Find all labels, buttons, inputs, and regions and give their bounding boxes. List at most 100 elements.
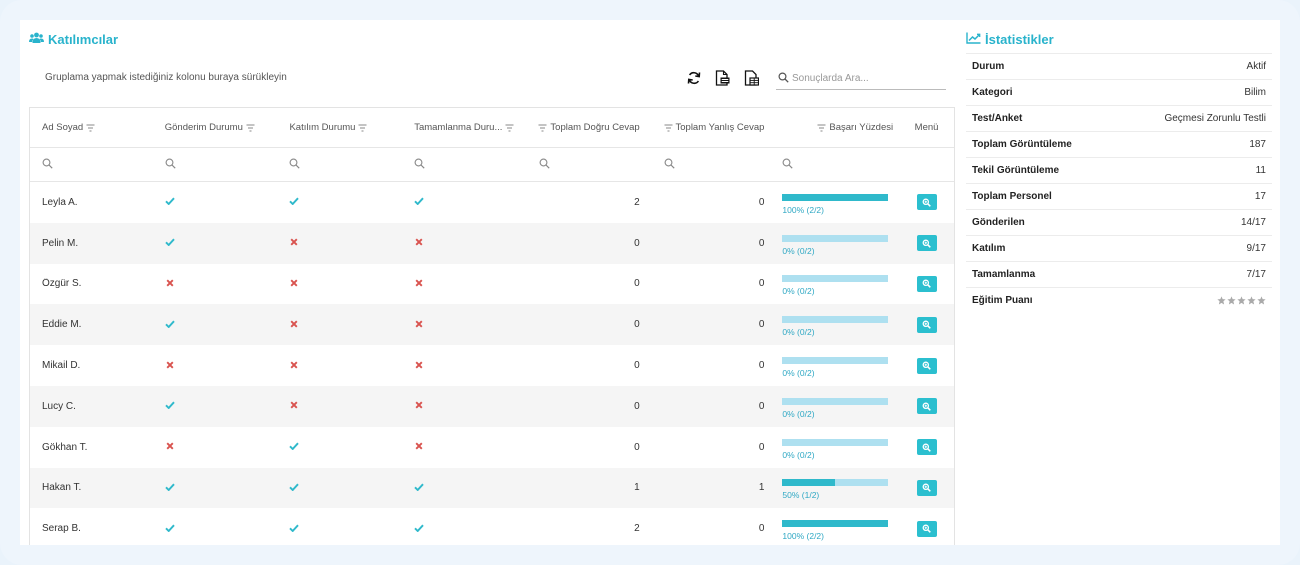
star-icon[interactable]: [1257, 296, 1266, 305]
filter-icon[interactable]: [505, 124, 514, 132]
users-icon: [29, 32, 44, 47]
success-label: 0% (0/2): [782, 286, 815, 297]
sent-status: [153, 360, 278, 372]
star-icon[interactable]: [1227, 296, 1236, 305]
filter-icon[interactable]: [358, 124, 367, 132]
zoom-icon: [922, 279, 931, 289]
column-header-sent[interactable]: Gönderim Durumu: [153, 122, 278, 133]
sent-status: [153, 319, 278, 331]
cross-icon: [289, 278, 299, 288]
success-label: 0% (0/2): [782, 449, 815, 460]
star-icon[interactable]: [1237, 296, 1246, 305]
cross-icon: [289, 237, 299, 247]
view-details-button[interactable]: [916, 235, 937, 252]
zoom-icon: [922, 320, 931, 330]
success-progress-fill: [782, 479, 836, 487]
filter-icon[interactable]: [817, 124, 826, 132]
table-row[interactable]: Gökhan T. 0 0 0% (0/2): [30, 427, 954, 468]
results-search-input[interactable]: [792, 73, 942, 84]
zoom-icon: [922, 239, 931, 248]
search-icon: [165, 158, 176, 172]
filter-cell-name[interactable]: [30, 158, 153, 172]
grid-header: Ad Soyad Gönderim Durumu Katılım Durumu …: [30, 108, 954, 148]
filter-cell-joined[interactable]: [277, 158, 402, 172]
search-icon: [414, 158, 425, 172]
correct-count: 0: [634, 237, 640, 249]
success-progress-bar: [782, 520, 889, 528]
table-row[interactable]: Özgür S. 0 0 0% (0/2): [30, 264, 954, 305]
success-progress-bar: [782, 479, 889, 487]
search-icon: [782, 158, 794, 172]
stat-label: Durum: [972, 61, 1005, 72]
column-header-success[interactable]: Başarı Yüzdesi: [776, 122, 899, 133]
app-frame: Katılımcılar Gruplama yapmak istediğiniz…: [0, 0, 1300, 565]
view-details-button[interactable]: [916, 439, 937, 456]
table-row[interactable]: Lucy C. 0 0 0% (0/2): [30, 385, 954, 427]
filter-cell-completed[interactable]: [402, 158, 527, 172]
view-details-button[interactable]: [916, 398, 937, 415]
wrong-count: 0: [758, 319, 765, 331]
results-search: [776, 68, 946, 90]
success-progress-bar: [782, 275, 889, 283]
column-header-correct[interactable]: Toplam Doğru Cevap: [527, 122, 652, 133]
success-cell: 0% (0/2): [776, 271, 899, 296]
star-icon[interactable]: [1217, 296, 1226, 305]
participant-name: Özgür S.: [42, 278, 82, 290]
refresh-button[interactable]: [685, 71, 702, 88]
excel-export-button[interactable]: [743, 70, 760, 88]
filter-cell-sent[interactable]: [153, 158, 278, 172]
column-header-completed[interactable]: Tamamlanma Duru...: [402, 122, 527, 133]
column-header-menu: Menü: [914, 122, 939, 133]
filter-cell-wrong[interactable]: [652, 158, 777, 172]
view-details-button[interactable]: [916, 275, 937, 292]
success-progress-bar: [782, 357, 889, 365]
zoom-icon: [922, 198, 931, 207]
filter-icon[interactable]: [246, 124, 255, 132]
sent-status: [153, 400, 278, 412]
participant-name: Leyla A.: [42, 196, 78, 208]
table-row[interactable]: Leyla A. 2 0 100% (2/2): [30, 182, 954, 223]
success-label: 0% (0/2): [782, 408, 815, 419]
zoom-icon: [922, 361, 931, 370]
view-details-button[interactable]: [916, 357, 937, 374]
group-drop-zone[interactable]: Gruplama yapmak istediğiniz kolonu buray…: [45, 72, 287, 83]
filter-cell-success[interactable]: [776, 158, 899, 172]
check-icon: [165, 482, 175, 492]
check-icon: [414, 196, 424, 206]
menu-cell: [899, 357, 954, 374]
success-cell: 0% (0/2): [776, 353, 899, 378]
table-row[interactable]: Hakan T. 1 1 50% (1/2): [30, 467, 954, 509]
completed-status: [402, 441, 527, 453]
sent-status: [153, 237, 278, 249]
column-header-name[interactable]: Ad Soyad: [30, 122, 153, 133]
check-icon: [165, 237, 175, 247]
view-details-button[interactable]: [916, 479, 937, 496]
cross-icon: [414, 278, 424, 288]
column-header-wrong[interactable]: Toplam Yanlış Cevap: [652, 122, 777, 133]
joined-status: [277, 196, 402, 208]
line-chart-icon: [966, 32, 981, 47]
filter-icon[interactable]: [664, 124, 673, 132]
stat-label: Tekil Görüntüleme: [972, 165, 1060, 176]
joined-status: [277, 441, 402, 453]
table-row[interactable]: Mikail D. 0 0 0% (0/2): [30, 345, 954, 386]
participant-name: Mikail D.: [42, 360, 81, 372]
table-row[interactable]: Pelin M. 0 0 0% (0/2): [30, 222, 954, 264]
view-details-button[interactable]: [916, 520, 937, 537]
star-icon[interactable]: [1247, 296, 1256, 305]
stat-label: Kategori: [972, 87, 1013, 98]
table-row[interactable]: Serap B. 2 0 100% (2/2): [30, 508, 954, 545]
stat-row-rating: Eğitim Puanı: [966, 287, 1272, 313]
view-details-button[interactable]: [916, 316, 937, 333]
pdf-export-button[interactable]: [714, 70, 731, 88]
filter-icon[interactable]: [538, 124, 547, 132]
view-details-button[interactable]: [916, 194, 937, 211]
filter-cell-correct[interactable]: [527, 158, 652, 172]
success-progress-bar: [782, 193, 889, 201]
sent-status: [153, 523, 278, 535]
column-header-joined[interactable]: Katılım Durumu: [277, 122, 402, 133]
filter-icon[interactable]: [86, 124, 95, 132]
stat-row: Gönderilen 14/17: [966, 209, 1272, 235]
table-row[interactable]: Eddie M. 0 0 0% (0/2): [30, 304, 954, 346]
search-icon: [664, 158, 675, 172]
